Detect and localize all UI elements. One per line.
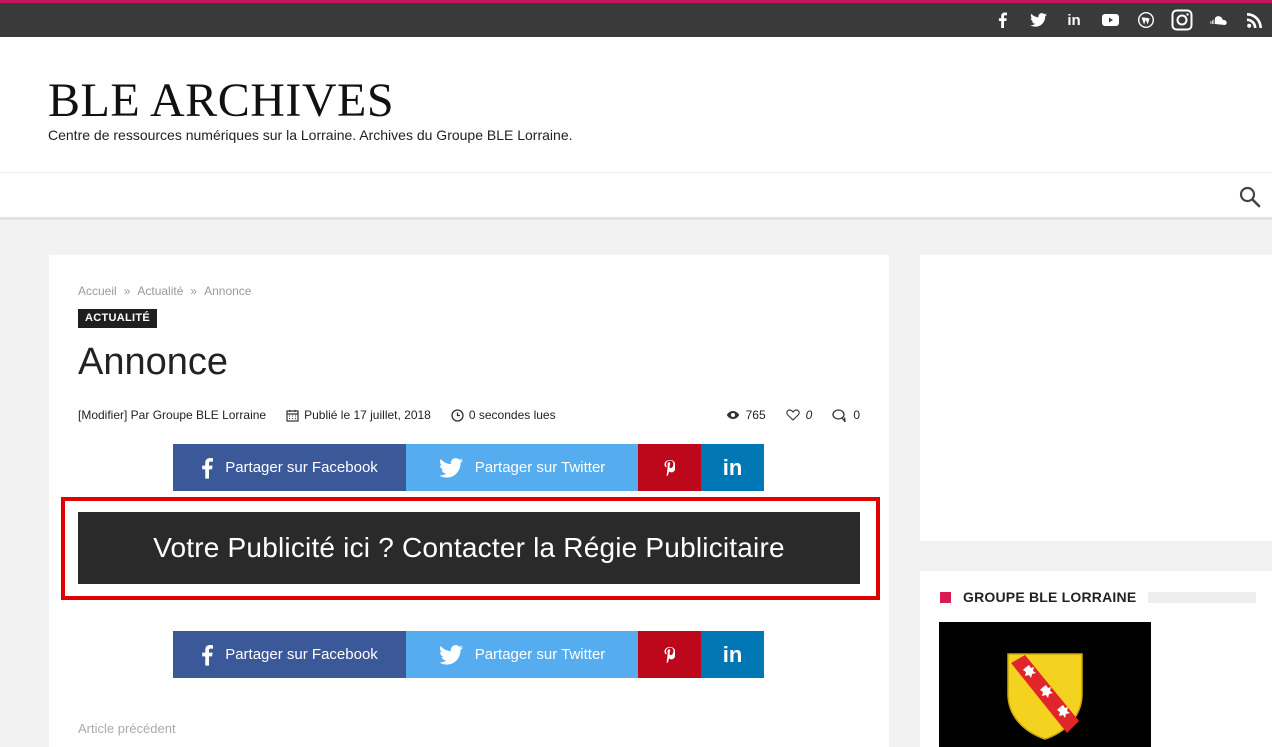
published-text: Publié le 17 juillet, 2018 xyxy=(304,408,431,422)
main-nav xyxy=(0,172,1272,220)
comments-text: 0 xyxy=(853,408,860,422)
breadcrumb: Accueil » Actualité » Annonce xyxy=(78,284,251,298)
share-twitter-button[interactable]: Partager sur Twitter xyxy=(406,631,638,678)
calendar-icon xyxy=(286,409,299,422)
instagram-icon[interactable] xyxy=(1164,3,1200,37)
site-title[interactable]: BLE ARCHIVES xyxy=(48,75,394,127)
twitter-icon[interactable] xyxy=(1020,3,1056,37)
share-linkedin-button[interactable]: in xyxy=(701,631,764,678)
social-links: in xyxy=(984,3,1272,37)
clock-icon xyxy=(451,408,464,422)
comments-count[interactable]: 0 xyxy=(832,408,860,422)
share-twitter-button[interactable]: Partager sur Twitter xyxy=(406,444,638,491)
top-bar: in xyxy=(0,0,1272,37)
share-bar-bottom: Partager sur Facebook Partager sur Twitt… xyxy=(173,631,764,678)
twitter-icon xyxy=(438,644,463,665)
ad-banner[interactable]: Votre Publicité ici ? Contacter la Régie… xyxy=(78,512,860,584)
widget-divider xyxy=(1148,591,1256,603)
rss-icon[interactable] xyxy=(1236,3,1272,37)
share-facebook-button[interactable]: Partager sur Facebook xyxy=(173,631,406,678)
page-title: Annonce xyxy=(78,341,229,383)
widget-title: GROUPE BLE LORRAINE xyxy=(963,589,1137,605)
share-pinterest-button[interactable] xyxy=(638,444,701,491)
breadcrumb-current: Annonce xyxy=(204,284,252,298)
published-date: Publié le 17 juillet, 2018 xyxy=(286,408,431,422)
author-line[interactable]: [Modifier] Par Groupe BLE Lorraine xyxy=(78,408,266,422)
sidebar-ad-slot xyxy=(920,255,1272,541)
share-twitter-label: Partager sur Twitter xyxy=(474,646,606,663)
previous-article-link[interactable]: Article précédent xyxy=(78,721,176,736)
facebook-icon[interactable] xyxy=(984,3,1020,37)
pinterest-icon xyxy=(664,646,675,663)
facebook-icon xyxy=(202,457,214,479)
share-facebook-label: Partager sur Facebook xyxy=(225,646,378,663)
sidebar-widget: GROUPE BLE LORRAINE xyxy=(920,571,1272,747)
breadcrumb-separator: » xyxy=(190,284,198,298)
read-time-text: 0 secondes lues xyxy=(468,408,556,422)
heart-icon xyxy=(785,409,800,421)
share-facebook-button[interactable]: Partager sur Facebook xyxy=(173,444,406,491)
read-time: 0 secondes lues xyxy=(451,408,556,422)
facebook-icon xyxy=(202,644,214,666)
views-count: 765 xyxy=(726,408,766,422)
breadcrumb-category[interactable]: Actualité xyxy=(137,284,183,298)
search-icon[interactable] xyxy=(1238,185,1262,209)
like-button[interactable]: 0 xyxy=(785,408,813,422)
site-tagline: Centre de ressources numériques sur la L… xyxy=(48,127,573,143)
site-header: BLE ARCHIVES Centre de ressources numéri… xyxy=(0,37,1272,172)
linkedin-icon: in xyxy=(722,454,743,480)
share-linkedin-button[interactable]: in xyxy=(701,444,764,491)
category-badge[interactable]: ACTUALITÉ xyxy=(78,309,158,328)
likes-text: 0 xyxy=(805,408,813,422)
coat-of-arms-icon xyxy=(1007,653,1083,740)
author-text[interactable]: [Modifier] Par Groupe BLE Lorraine xyxy=(78,408,266,422)
soundcloud-icon[interactable] xyxy=(1200,3,1236,37)
comments-icon xyxy=(832,408,847,422)
post-meta: [Modifier] Par Groupe BLE Lorraine Publi… xyxy=(78,408,576,422)
lorraine-coat-of-arms-image[interactable] xyxy=(939,622,1151,747)
linkedin-icon[interactable]: in xyxy=(1056,3,1092,37)
share-facebook-label: Partager sur Facebook xyxy=(225,459,378,476)
share-pinterest-button[interactable] xyxy=(638,631,701,678)
views-text: 765 xyxy=(745,408,766,422)
share-twitter-label: Partager sur Twitter xyxy=(474,459,606,476)
breadcrumb-separator: » xyxy=(123,284,131,298)
pinterest-icon xyxy=(664,459,675,476)
article-card: Accueil » Actualité » Annonce ACTUALITÉ … xyxy=(49,255,889,747)
twitter-icon xyxy=(438,457,463,478)
breadcrumb-home[interactable]: Accueil xyxy=(78,284,117,298)
youtube-icon[interactable] xyxy=(1092,3,1128,37)
post-stats: 765 0 0 xyxy=(726,408,860,422)
widget-marker xyxy=(940,591,951,603)
widget-header: GROUPE BLE LORRAINE xyxy=(940,589,1256,605)
wordpress-icon[interactable] xyxy=(1128,3,1164,37)
share-bar-top: Partager sur Facebook Partager sur Twitt… xyxy=(173,444,764,491)
linkedin-icon: in xyxy=(722,641,743,667)
eye-icon xyxy=(726,411,739,419)
